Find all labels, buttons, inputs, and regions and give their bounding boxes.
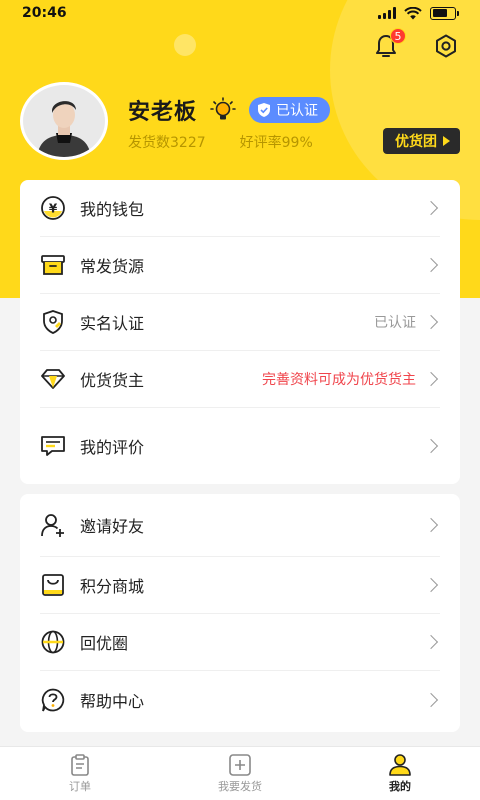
status-bar: 20:46 xyxy=(0,0,480,26)
menu-label: 常发货源 xyxy=(80,257,145,276)
premium-hint: 完善资料可成为优货货主 xyxy=(262,372,416,388)
vip-button-label: 优货团 xyxy=(395,134,437,150)
tab-ship[interactable]: 我要发货 xyxy=(160,747,320,800)
menu-label: 帮助中心 xyxy=(80,691,145,711)
menu-label: 邀请好友 xyxy=(80,517,145,536)
diamond-icon xyxy=(40,366,66,392)
notification-button[interactable]: 5 xyxy=(370,28,406,62)
box-icon xyxy=(40,252,66,278)
add-box-icon xyxy=(229,753,251,776)
menu-card-primary: ¥ 我的钱包 常发货源 实名认证 已认证 优货货主 完善资料可成为优货货主 我的… xyxy=(20,180,460,484)
user-name: 安老板 xyxy=(128,100,198,125)
menu-item-help[interactable]: 帮助中心 xyxy=(40,671,440,728)
menu-label: 我的评价 xyxy=(80,438,145,457)
menu-label: 回优圈 xyxy=(80,634,129,653)
help-icon xyxy=(40,687,66,713)
tab-label: 我的 xyxy=(389,779,411,793)
chevron-right-icon xyxy=(423,634,439,650)
verified-badge: 已认证 xyxy=(249,97,331,123)
clipboard-icon xyxy=(71,753,89,776)
user-icon xyxy=(389,753,411,776)
signal-icon xyxy=(378,7,396,19)
tab-orders[interactable]: 订单 xyxy=(0,747,160,800)
menu-item-real-name[interactable]: 实名认证 已认证 xyxy=(40,294,440,351)
tab-label: 我要发货 xyxy=(218,779,262,793)
chevron-right-icon xyxy=(423,371,439,387)
chevron-right-icon xyxy=(423,438,439,454)
wallet-icon: ¥ xyxy=(40,195,66,221)
gear-icon xyxy=(436,34,456,58)
profile-section: 安老板 已认证 发货数3227 好评率99% 优货团 xyxy=(20,82,460,162)
menu-label: 积分商城 xyxy=(80,577,145,596)
wifi-icon xyxy=(404,6,422,19)
notification-badge: 5 xyxy=(390,28,406,44)
chevron-right-icon xyxy=(423,692,439,707)
tab-label: 订单 xyxy=(69,779,91,793)
decor-dot xyxy=(174,34,196,56)
play-arrow-icon xyxy=(443,136,450,146)
menu-item-reviews[interactable]: 我的评价 xyxy=(40,408,440,484)
settings-button[interactable] xyxy=(430,30,462,62)
menu-item-premium-shipper[interactable]: 优货货主 完善资料可成为优货货主 xyxy=(40,351,440,408)
verification-status: 已认证 xyxy=(374,315,416,331)
shipment-count: 发货数3227 xyxy=(128,135,206,151)
status-time: 20:46 xyxy=(22,5,67,21)
svg-text:¥: ¥ xyxy=(49,202,58,216)
menu-label: 实名认证 xyxy=(80,314,145,333)
comment-icon xyxy=(40,433,66,459)
shopping-bag-icon xyxy=(40,572,66,598)
chevron-right-icon xyxy=(423,314,439,330)
vip-group-button[interactable]: 优货团 xyxy=(383,128,460,154)
chevron-right-icon xyxy=(423,517,439,533)
menu-item-points-mall[interactable]: 积分商城 xyxy=(40,557,440,614)
menu-card-secondary: 邀请好友 积分商城 回优圈 帮助中心 xyxy=(20,494,460,732)
menu-label: 我的钱包 xyxy=(80,200,145,219)
id-verify-icon xyxy=(40,309,66,335)
menu-item-circle[interactable]: 回优圈 xyxy=(40,614,440,671)
add-friend-icon xyxy=(40,512,66,538)
bottom-tab-bar: 订单 我要发货 我的 xyxy=(0,746,480,800)
chevron-right-icon xyxy=(423,257,439,273)
verified-label: 已认证 xyxy=(276,103,319,119)
menu-item-frequent-cargo[interactable]: 常发货源 xyxy=(40,237,440,294)
chevron-right-icon xyxy=(423,577,439,593)
tab-mine[interactable]: 我的 xyxy=(320,747,480,800)
globe-icon xyxy=(40,629,66,655)
battery-icon xyxy=(430,6,459,20)
lightbulb-icon[interactable] xyxy=(209,96,237,124)
chevron-right-icon xyxy=(423,200,439,216)
rating-rate: 好评率99% xyxy=(239,135,313,151)
menu-item-wallet[interactable]: ¥ 我的钱包 xyxy=(40,180,440,237)
menu-label: 优货货主 xyxy=(80,371,145,390)
shield-check-icon xyxy=(258,103,271,117)
menu-item-invite[interactable]: 邀请好友 xyxy=(40,494,440,557)
avatar[interactable] xyxy=(20,82,108,160)
